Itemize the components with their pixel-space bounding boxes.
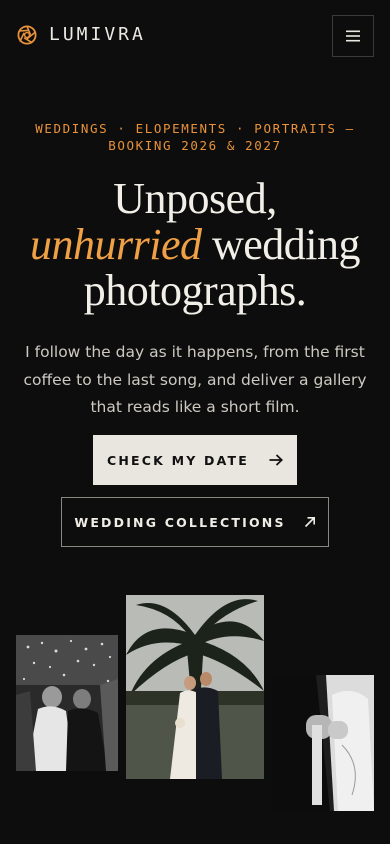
hero-lede: I follow the day as it happens, from the… — [23, 343, 367, 416]
headline-accent: unhurried — [29, 220, 202, 269]
hero-headline: Unposed, unhurried wedding photographs. — [0, 176, 390, 314]
menu-button[interactable] — [332, 15, 374, 57]
headline-line-1: Unposed, — [113, 174, 277, 223]
headline-line-3: photographs. — [83, 266, 307, 315]
aperture-icon — [17, 25, 37, 45]
brand-name: LUMIVRA — [49, 24, 146, 45]
site-header: LUMIVRA — [0, 0, 390, 72]
ring-exchange-photo[interactable] — [272, 675, 374, 811]
couple-under-palm-tree-photo[interactable] — [126, 595, 264, 779]
check-my-date-label: CHECK MY DATE — [107, 452, 249, 468]
arrow-up-right-icon — [304, 517, 315, 528]
headline-line-2: wedding — [201, 220, 361, 269]
check-my-date-button[interactable]: CHECK MY DATE — [93, 435, 297, 485]
wedding-collections-button[interactable]: WEDDING COLLECTIONS — [61, 497, 329, 547]
hamburger-menu-icon — [346, 30, 360, 42]
arrow-right-icon — [269, 454, 283, 466]
hero-eyebrow: WEDDINGS · ELOPEMENTS · PORTRAITS — BOOK… — [35, 121, 355, 153]
confetti-exit-photo[interactable] — [16, 635, 118, 771]
wedding-collections-label: WEDDING COLLECTIONS — [74, 514, 286, 530]
brand-logo[interactable]: LUMIVRA — [17, 25, 146, 45]
